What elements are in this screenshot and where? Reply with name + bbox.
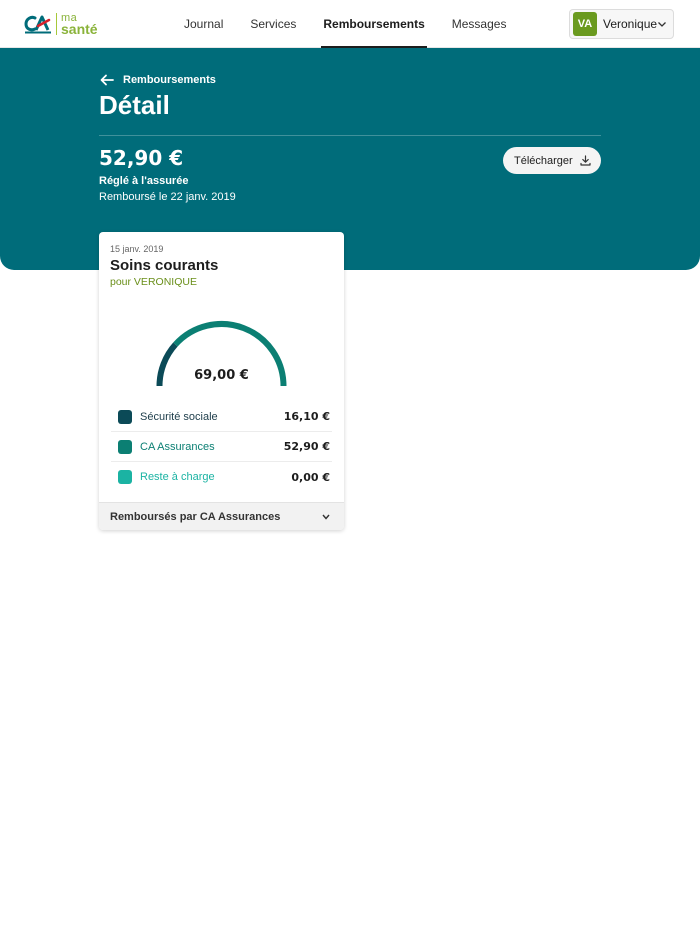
arrow-left-icon (100, 74, 114, 86)
reimbursed-by-toggle[interactable]: Remboursés par CA Assurances (99, 502, 344, 530)
top-navigation: ma santé Journal Services Remboursements… (0, 0, 700, 48)
swatch-ca-assurances (118, 439, 132, 454)
breakdown-row-securite-sociale: Sécurité sociale 16,10 € (111, 402, 332, 432)
credit-agricole-logo-icon (24, 15, 51, 34)
logo-sante: santé (61, 20, 98, 37)
reimbursement-date: Remboursé le 22 janv. 2019 (99, 191, 236, 203)
payment-status: Réglé à l'assurée (99, 175, 189, 187)
reimbursed-by-label: Remboursés par CA Assurances (110, 510, 281, 523)
divider (99, 135, 601, 136)
breakdown-row-ca-assurances: CA Assurances 52,90 € (111, 432, 332, 462)
download-button[interactable]: Télécharger (503, 147, 601, 174)
breakdown-value: 52,90 € (283, 440, 330, 453)
nav-item-messages[interactable]: Messages (452, 0, 507, 48)
logo[interactable]: ma santé (24, 12, 98, 36)
nav-item-services[interactable]: Services (250, 0, 296, 48)
breakdown-list: Sécurité sociale 16,10 € CA Assurances 5… (111, 402, 332, 492)
gauge-total: 69,00 € (194, 368, 249, 383)
chevron-down-icon (322, 514, 330, 520)
user-menu[interactable]: VA Veronique (569, 9, 674, 39)
main-nav: Journal Services Remboursements Messages (170, 0, 506, 48)
care-type: Soins courants (110, 257, 219, 274)
nav-item-journal[interactable]: Journal (184, 0, 223, 48)
download-icon (580, 155, 591, 166)
nav-item-remboursements[interactable]: Remboursements (321, 0, 428, 48)
reimbursed-amount: 52,90 € (99, 146, 184, 170)
chevron-down-icon (658, 22, 666, 27)
swatch-reste-a-charge (118, 470, 132, 484)
breakdown-value: 0,00 € (291, 470, 330, 484)
breakdown-label: Sécurité sociale (140, 410, 218, 423)
swatch-securite-sociale (118, 409, 132, 424)
breakdown-label: Reste à charge (140, 471, 215, 483)
care-date: 15 janv. 2019 (110, 244, 164, 254)
logo-text: ma santé (61, 12, 98, 37)
back-link[interactable]: Remboursements (100, 74, 216, 86)
breakdown-value: 16,10 € (283, 410, 330, 423)
breakdown-row-reste-a-charge: Reste à charge 0,00 € (111, 462, 332, 492)
user-name: Veronique (603, 17, 658, 31)
beneficiary: pour VERONIQUE (110, 276, 197, 288)
logo-separator (56, 13, 57, 35)
download-button-label: Télécharger (514, 154, 573, 167)
avatar: VA (573, 12, 597, 36)
breakdown-label: CA Assurances (140, 440, 215, 453)
back-link-label: Remboursements (123, 74, 216, 86)
reimbursement-card: 15 janv. 2019 Soins courants pour VERONI… (99, 232, 344, 530)
page-title: Détail (99, 90, 170, 120)
